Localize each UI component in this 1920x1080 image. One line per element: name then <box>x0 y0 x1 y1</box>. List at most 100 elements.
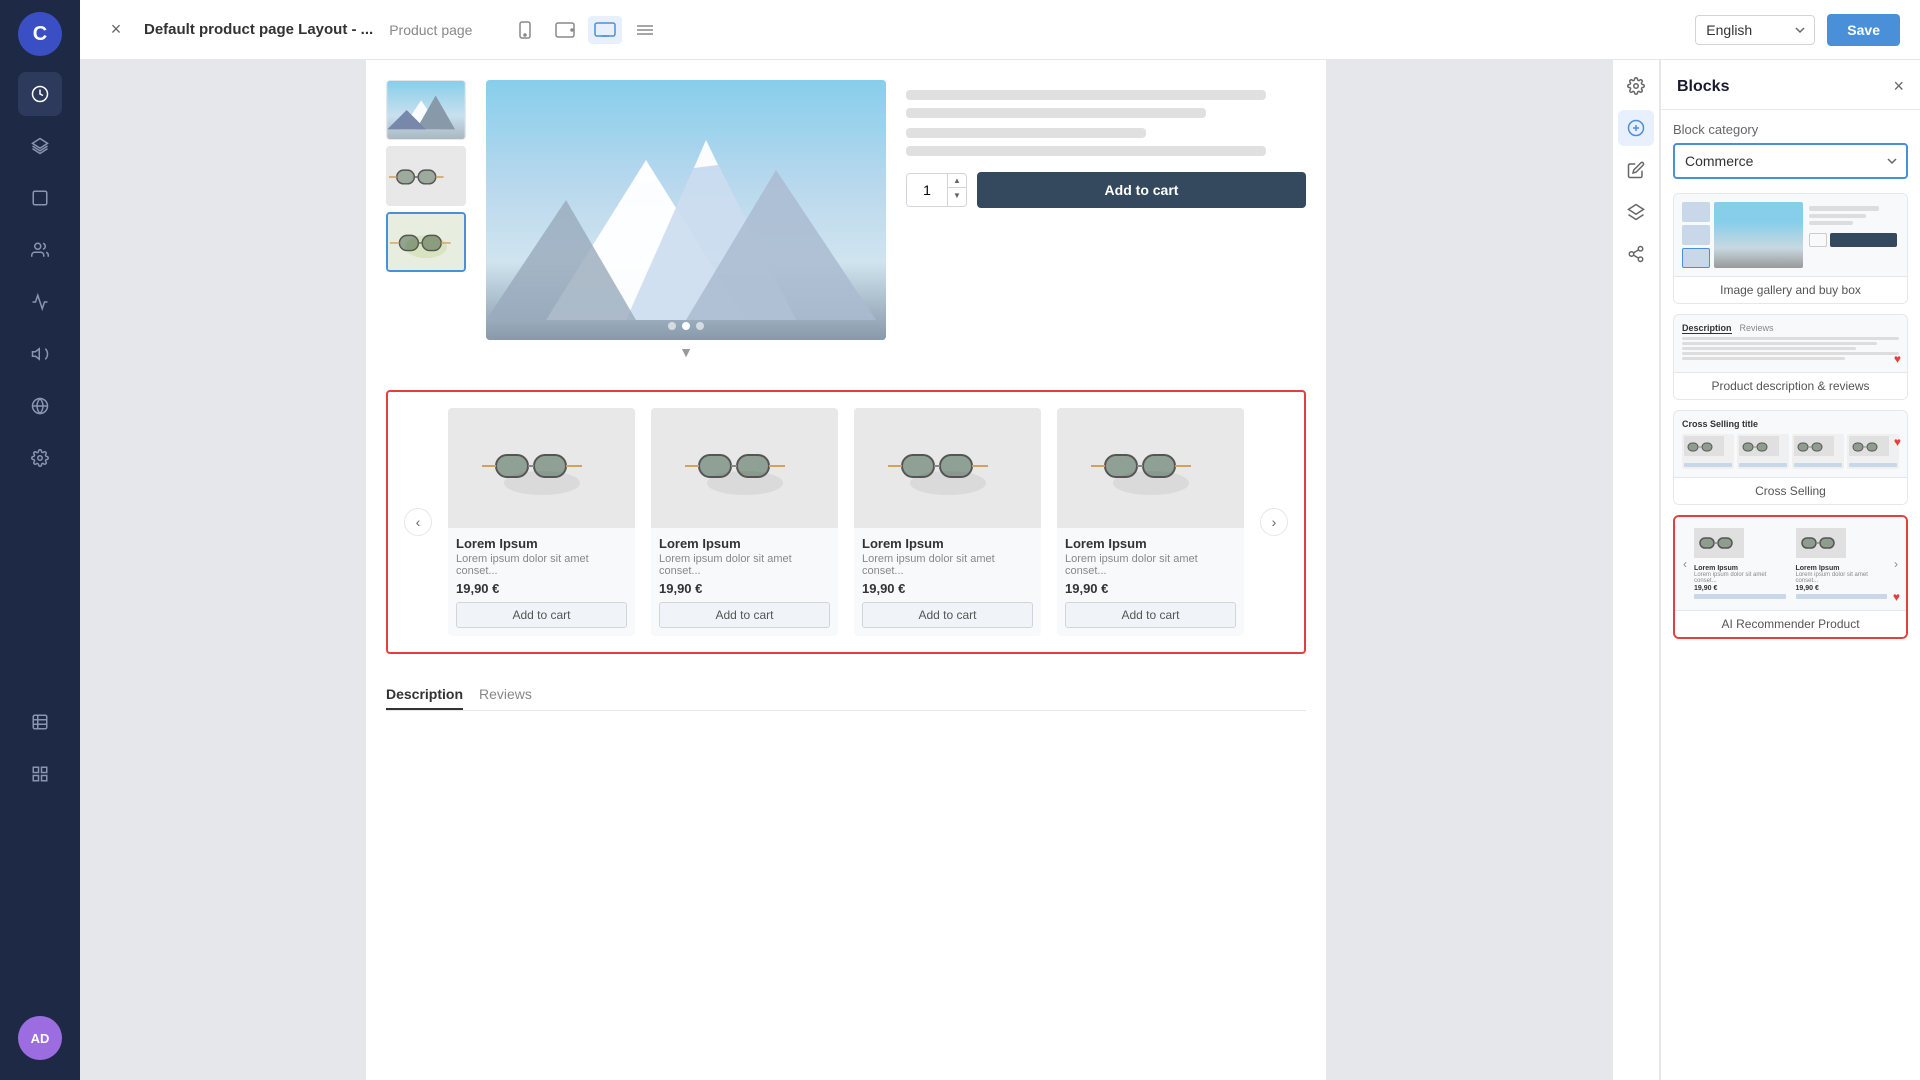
cross-product-3-image <box>854 408 1041 528</box>
topbar: × Default product page Layout - ... Prod… <box>80 0 1920 60</box>
ai-next-icon[interactable]: › <box>1894 557 1898 571</box>
save-button[interactable]: Save <box>1827 14 1900 46</box>
cross-selling-section: ‹ <box>386 390 1306 654</box>
language-select[interactable]: English French German <box>1695 15 1815 45</box>
tool-layers-icon[interactable] <box>1618 194 1654 230</box>
block-item-gallery[interactable]: Image gallery and buy box <box>1673 193 1908 304</box>
cross-heart-icon: ♥ <box>1894 435 1901 449</box>
cross-next-btn[interactable]: › <box>1260 508 1288 536</box>
product-subtitle-placeholder <box>906 108 1206 118</box>
cross-selling-products: ‹ <box>404 408 1288 636</box>
canvas-area: ▼ ▲ ▼ <box>80 60 1612 1080</box>
ai-prev-icon[interactable]: ‹ <box>1683 557 1687 571</box>
block-ai-label: AI Recommender Product <box>1675 610 1906 637</box>
carousel-dot-3[interactable] <box>696 322 704 330</box>
carousel-dot-1[interactable] <box>668 322 676 330</box>
description-section: Description Reviews <box>366 664 1326 711</box>
sidebar-icon-users[interactable] <box>18 228 62 272</box>
cross-product-3-info: Lorem Ipsum Lorem ipsum dolor sit amet c… <box>854 528 1041 636</box>
tool-edit-icon[interactable] <box>1618 152 1654 188</box>
device-list-btn[interactable] <box>628 16 662 44</box>
thumbnail-product[interactable] <box>386 212 466 272</box>
cross-product-1-add-btn[interactable]: Add to cart <box>456 602 627 628</box>
quantity-arrows: ▲ ▼ <box>947 174 966 206</box>
block-ai-preview: ‹ Lorem Ipsum Lorem ipsum dolor sit amet… <box>1675 517 1906 610</box>
sidebar-icon-box[interactable] <box>18 176 62 220</box>
blocks-panel: Blocks × Block category Commerce <box>1660 60 1920 1080</box>
thumbnail-mountain[interactable] <box>386 80 466 140</box>
cross-product-4-desc: Lorem ipsum dolor sit amet conset... <box>1065 553 1236 577</box>
block-category-label: Block category <box>1673 122 1908 137</box>
product-desc-placeholder <box>906 146 1266 156</box>
quantity-up-btn[interactable]: ▲ <box>948 174 966 188</box>
block-cross-preview: Cross Selling title <box>1674 411 1907 477</box>
sidebar-icon-widget[interactable] <box>18 752 62 796</box>
sidebar-icon-globe[interactable] <box>18 384 62 428</box>
cross-product-4-info: Lorem Ipsum Lorem ipsum dolor sit amet c… <box>1057 528 1244 636</box>
device-tablet-btn[interactable] <box>548 16 582 44</box>
device-mobile-btn[interactable] <box>508 16 542 44</box>
cross-product-4-title: Lorem Ipsum <box>1065 536 1236 551</box>
product-title-placeholder <box>906 90 1266 100</box>
sidebar: C AD <box>0 0 80 1080</box>
cross-product-2-desc: Lorem ipsum dolor sit amet conset... <box>659 553 830 577</box>
close-button[interactable]: × <box>100 14 132 46</box>
cross-product-4-add-btn[interactable]: Add to cart <box>1065 602 1236 628</box>
cross-product-2-title: Lorem Ipsum <box>659 536 830 551</box>
cross-product-3-title: Lorem Ipsum <box>862 536 1033 551</box>
cross-product-4-price: 19,90 € <box>1065 581 1236 596</box>
cross-product-4: Lorem Ipsum Lorem ipsum dolor sit amet c… <box>1057 408 1244 636</box>
block-category-select[interactable]: Commerce <box>1673 143 1908 179</box>
blocks-content: Block category Commerce <box>1661 110 1920 1080</box>
tool-add-icon[interactable] <box>1618 110 1654 146</box>
tool-panel <box>1612 60 1660 1080</box>
tool-settings-icon[interactable] <box>1618 68 1654 104</box>
cross-product-1-image <box>448 408 635 528</box>
block-cross-label: Cross Selling <box>1674 477 1907 504</box>
ai-heart-icon: ♥ <box>1893 590 1900 604</box>
sidebar-icon-dashboard[interactable] <box>18 72 62 116</box>
quantity-input[interactable] <box>907 174 947 206</box>
cross-product-1-price: 19,90 € <box>456 581 627 596</box>
cross-product-3-add-btn[interactable]: Add to cart <box>862 602 1033 628</box>
product-info: ▲ ▼ Add to cart <box>906 80 1306 360</box>
sidebar-icon-layers[interactable] <box>18 124 62 168</box>
block-item-ai-recommender[interactable]: ‹ Lorem Ipsum Lorem ipsum dolor sit amet… <box>1673 515 1908 639</box>
app-logo[interactable]: C <box>18 12 62 56</box>
block-description-label: Product description & reviews <box>1674 372 1907 399</box>
tool-share-icon[interactable] <box>1618 236 1654 272</box>
sidebar-icon-settings[interactable] <box>18 436 62 480</box>
main-wrapper: × Default product page Layout - ... Prod… <box>80 0 1920 1080</box>
cross-product-4-image <box>1057 408 1244 528</box>
content-area: ▼ ▲ ▼ <box>80 60 1920 1080</box>
blocks-close-btn[interactable]: × <box>1893 76 1904 97</box>
tab-reviews[interactable]: Reviews <box>479 680 532 710</box>
canvas-inner: ▼ ▲ ▼ <box>366 60 1326 1080</box>
cross-product-3-price: 19,90 € <box>862 581 1033 596</box>
quantity-down-btn[interactable]: ▼ <box>948 188 966 202</box>
block-gallery-preview <box>1674 194 1907 276</box>
carousel-dot-2[interactable] <box>682 322 690 330</box>
add-to-cart-button[interactable]: Add to cart <box>977 172 1306 208</box>
thumbnail-glasses[interactable] <box>386 146 466 206</box>
sidebar-icon-table[interactable] <box>18 700 62 744</box>
cross-prev-btn[interactable]: ‹ <box>404 508 432 536</box>
sidebar-icon-megaphone[interactable] <box>18 332 62 376</box>
sidebar-icon-chart[interactable] <box>18 280 62 324</box>
device-desktop-btn[interactable] <box>588 16 622 44</box>
quantity-add-cart-row: ▲ ▼ Add to cart <box>906 172 1306 208</box>
cross-product-2-price: 19,90 € <box>659 581 830 596</box>
block-description-preview: Description Reviews ♥ <box>1674 315 1907 372</box>
cross-product-3: Lorem Ipsum Lorem ipsum dolor sit amet c… <box>854 408 1041 636</box>
cross-product-1-desc: Lorem ipsum dolor sit amet conset... <box>456 553 627 577</box>
cross-product-2-add-btn[interactable]: Add to cart <box>659 602 830 628</box>
tab-description[interactable]: Description <box>386 680 463 710</box>
device-switcher <box>508 16 662 44</box>
cross-product-2-image <box>651 408 838 528</box>
scroll-down-chevron[interactable]: ▼ <box>486 344 886 360</box>
main-img-container <box>486 80 886 340</box>
user-avatar[interactable]: AD <box>18 1016 62 1060</box>
page-type-label: Product page <box>389 22 472 38</box>
block-item-description[interactable]: Description Reviews ♥ Product descriptio… <box>1673 314 1908 400</box>
block-item-cross-selling[interactable]: Cross Selling title <box>1673 410 1908 505</box>
